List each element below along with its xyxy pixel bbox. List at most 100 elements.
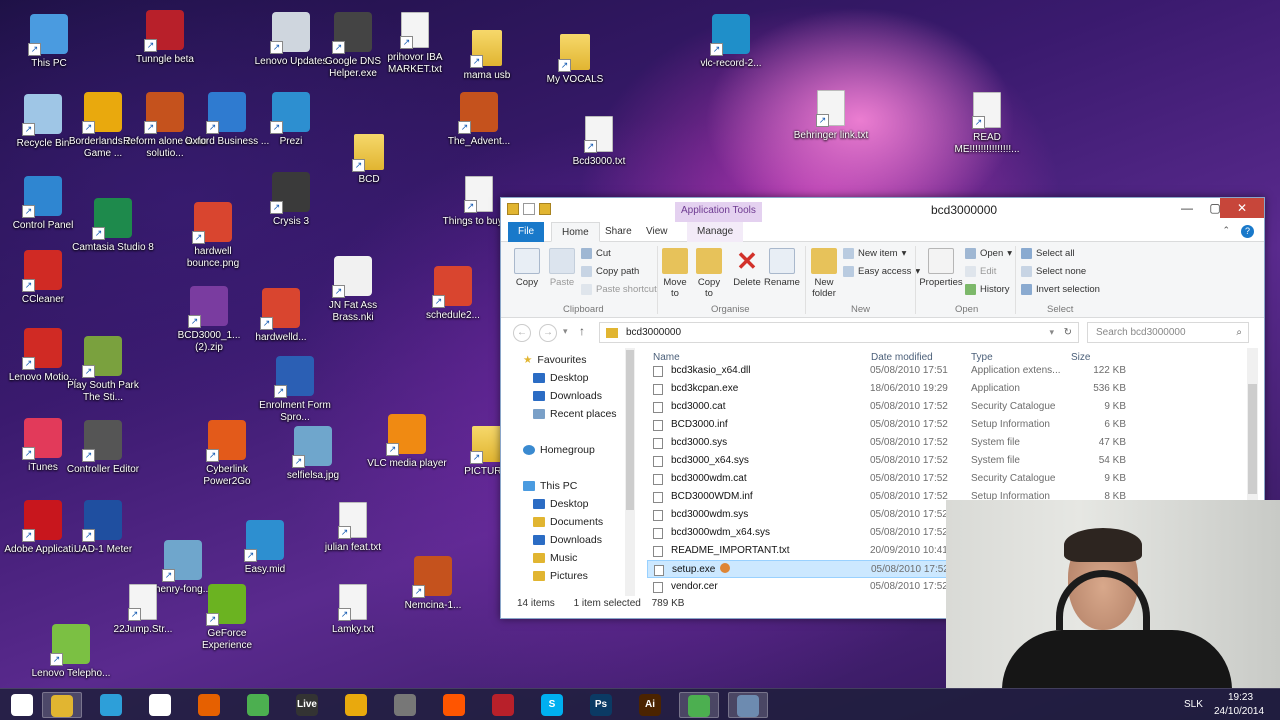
nav-pictures[interactable]: Pictures xyxy=(533,570,588,582)
desktop-icon[interactable]: Cyberlink Power2Go xyxy=(184,420,270,488)
copy-to-button[interactable]: Copy to xyxy=(693,248,725,299)
desktop-icon[interactable]: Camtasia Studio 8 xyxy=(70,198,156,254)
taskbar-skype[interactable]: S xyxy=(532,692,572,718)
tab-manage[interactable]: Manage xyxy=(687,222,744,242)
desktop-icon[interactable]: julian feat.txt xyxy=(310,502,396,554)
recent-locations-icon[interactable]: ▾ xyxy=(563,326,568,337)
file-list-scrollbar[interactable] xyxy=(1247,348,1258,500)
desktop-icon[interactable]: GeForce Experience xyxy=(184,584,270,652)
tab-file[interactable]: File xyxy=(508,222,545,242)
file-row[interactable]: bcd3kasio_x64.dll 05/08/2010 17:51 Applica… xyxy=(647,362,1127,380)
desktop-icon[interactable]: Easy.mid xyxy=(222,520,308,576)
rename-button[interactable]: Rename xyxy=(763,248,801,288)
desktop-icon[interactable]: UAD-1 Meter xyxy=(60,500,146,556)
taskbar-chrome[interactable] xyxy=(238,692,278,718)
taskbar-fl-studio[interactable] xyxy=(336,692,376,718)
nav-pc-desktop[interactable]: Desktop xyxy=(533,498,589,510)
desktop-icon[interactable]: Bcd3000.txt xyxy=(556,116,642,168)
desktop-icon[interactable]: hardwell bounce.png xyxy=(170,202,256,270)
file-row[interactable]: bcd3000.cat 05/08/2010 17:52 Security Cata… xyxy=(647,398,1127,416)
taskbar-live[interactable]: Live xyxy=(287,692,327,718)
file-row[interactable]: bcd3000_x64.sys 05/08/2010 17:52 System fi… xyxy=(647,452,1127,470)
desktop-icon[interactable]: My VOCALS xyxy=(532,34,618,86)
history-button[interactable]: History xyxy=(965,284,1010,295)
easy-access-button[interactable]: Easy access ▾ xyxy=(843,266,920,277)
clock-date[interactable]: 24/10/2014 xyxy=(1214,706,1264,717)
desktop-icon[interactable]: selfielsa.jpg xyxy=(270,426,356,482)
nav-desktop[interactable]: Desktop xyxy=(533,372,589,384)
desktop-icon[interactable]: Behringer link.txt xyxy=(788,90,874,142)
paste-shortcut-button[interactable]: Paste shortcut xyxy=(581,284,657,295)
desktop-icon[interactable]: mama usb xyxy=(444,30,530,82)
invert-selection-button[interactable]: Invert selection xyxy=(1021,284,1100,295)
clock-time[interactable]: 19:23 xyxy=(1228,692,1253,703)
new-folder-button[interactable]: New folder xyxy=(807,248,841,299)
address-bar[interactable]: bcd3000000 ▾ ↻ xyxy=(599,322,1079,343)
back-button[interactable]: ← xyxy=(513,324,531,342)
nav-downloads[interactable]: Downloads xyxy=(533,390,602,402)
navigation-scrollbar[interactable] xyxy=(625,348,635,596)
desktop-icon[interactable]: READ ME!!!!!!!!!!!!!!!... xyxy=(944,92,1030,156)
desktop-icon[interactable]: This PC xyxy=(6,14,92,70)
file-row[interactable]: bcd3000.sys 05/08/2010 17:52 System file 47… xyxy=(647,434,1127,452)
taskbar-start[interactable] xyxy=(2,692,42,718)
desktop-icon[interactable]: vlc-record-2... xyxy=(688,14,774,70)
copy-button[interactable]: Copy xyxy=(511,248,543,288)
taskbar-chrome-2[interactable] xyxy=(679,692,719,718)
taskbar-home[interactable] xyxy=(140,692,180,718)
desktop-icon[interactable]: Enrolment Form Spro... xyxy=(252,356,338,424)
close-button[interactable]: ✕ xyxy=(1220,198,1264,218)
tab-share[interactable]: Share xyxy=(595,222,642,242)
open-button[interactable]: Open ▾ xyxy=(965,248,1012,259)
refresh-icon[interactable]: ↻ xyxy=(1064,323,1072,342)
desktop-icon[interactable]: Tunngle beta xyxy=(122,10,208,66)
new-item-button[interactable]: New item ▾ xyxy=(843,248,906,259)
taskbar-game[interactable] xyxy=(483,692,523,718)
tab-view[interactable]: View xyxy=(636,222,678,242)
search-input[interactable]: Search bcd3000000 ⌕ xyxy=(1087,322,1249,343)
desktop-icon[interactable]: Lamky.txt xyxy=(310,584,396,636)
file-row[interactable]: bcd3000wdm.cat 05/08/2010 17:52 Security C… xyxy=(647,470,1127,488)
delete-button[interactable]: ✕ Delete xyxy=(731,248,763,288)
desktop-icon[interactable]: Lenovo Telepho... xyxy=(28,624,114,680)
taskbar-firefox[interactable] xyxy=(189,692,229,718)
taskbar-file-explorer[interactable] xyxy=(42,692,82,718)
desktop-icon[interactable]: schedule2... xyxy=(410,266,496,322)
title-bar[interactable]: Application Tools bcd3000000 — ▢ ✕ xyxy=(501,198,1264,222)
address-dropdown-icon[interactable]: ▾ xyxy=(1049,323,1054,342)
desktop-icon[interactable]: Controller Editor xyxy=(60,420,146,476)
desktop-icon[interactable]: hardwelld... xyxy=(238,288,324,344)
desktop-icon[interactable]: Nemcina-1... xyxy=(390,556,476,612)
copy-path-button[interactable]: Copy path xyxy=(581,266,639,277)
help-icon[interactable]: ? xyxy=(1241,225,1254,238)
nav-this-pc[interactable]: This PC xyxy=(523,480,577,492)
new-folder-icon[interactable] xyxy=(539,203,551,215)
desktop-icon[interactable]: Crysis 3 xyxy=(248,172,334,228)
desktop-icon[interactable]: CCleaner xyxy=(0,250,86,306)
minimize-button[interactable]: — xyxy=(1173,198,1201,218)
select-none-button[interactable]: Select none xyxy=(1021,266,1086,277)
taskbar-setup[interactable] xyxy=(728,692,768,718)
file-row[interactable]: BCD3000.inf 05/08/2010 17:52 Setup Informa… xyxy=(647,416,1127,434)
cut-button[interactable]: Cut xyxy=(581,248,611,259)
taskbar-illustrator[interactable]: Ai xyxy=(630,692,670,718)
taskbar-traktor[interactable] xyxy=(385,692,425,718)
nav-pc-downloads[interactable]: Downloads xyxy=(533,534,602,546)
desktop-icon[interactable]: VLC media player xyxy=(364,414,450,470)
nav-favourites[interactable]: ★ Favourites xyxy=(523,354,586,366)
tab-home[interactable]: Home xyxy=(551,222,600,242)
move-to-button[interactable]: Move to xyxy=(659,248,691,299)
taskbar-store[interactable] xyxy=(91,692,131,718)
desktop-icon[interactable]: Prezi xyxy=(248,92,334,148)
properties-button[interactable]: Properties xyxy=(917,248,965,288)
desktop-icon[interactable]: BCD xyxy=(326,134,412,186)
collapse-ribbon-icon[interactable]: ⌃ xyxy=(1222,225,1230,236)
nav-music[interactable]: Music xyxy=(533,552,577,564)
taskbar-photoshop[interactable]: Ps xyxy=(581,692,621,718)
paste-button[interactable]: Paste xyxy=(547,248,577,288)
taskbar-soundcloud[interactable] xyxy=(434,692,474,718)
nav-documents[interactable]: Documents xyxy=(533,516,603,528)
nav-homegroup[interactable]: Homegroup xyxy=(523,444,595,456)
edit-button[interactable]: Edit xyxy=(965,266,996,277)
properties-icon[interactable] xyxy=(523,203,535,215)
